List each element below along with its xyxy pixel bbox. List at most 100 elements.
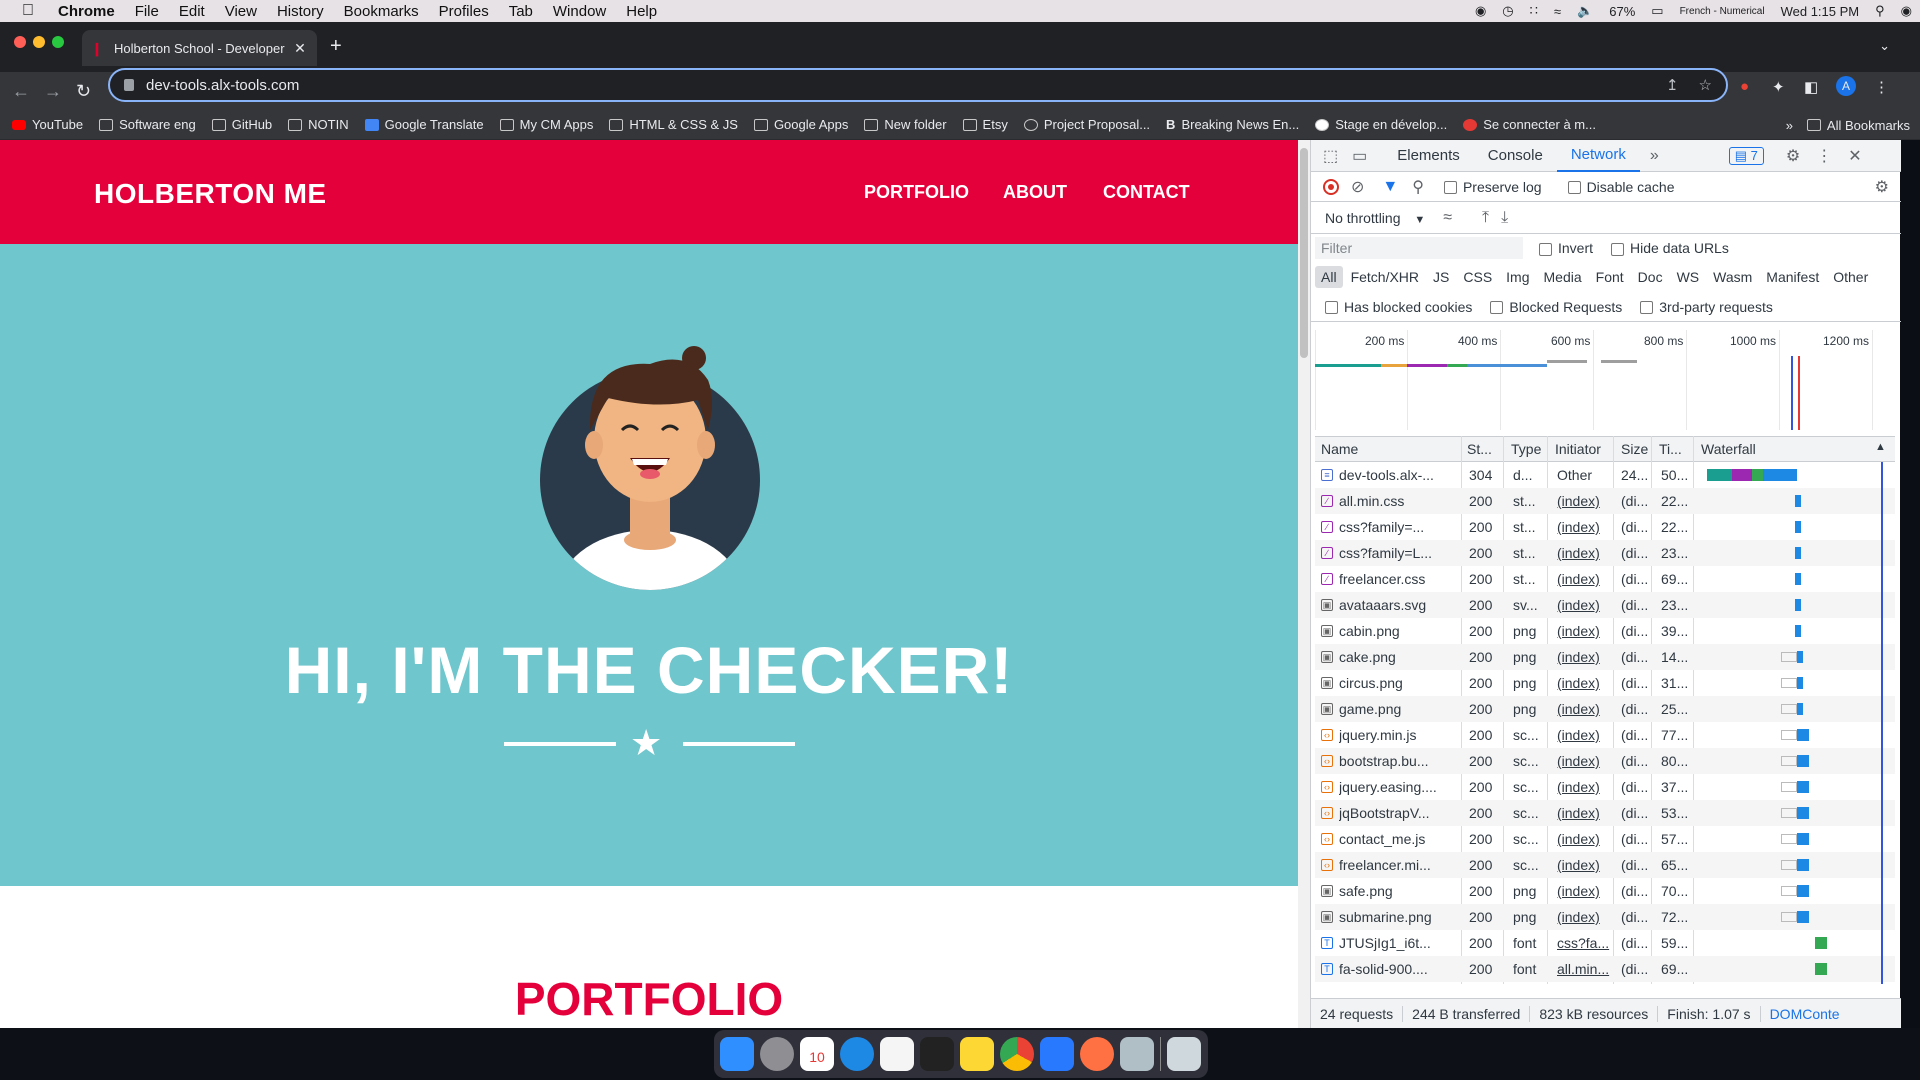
search-icon[interactable]: ⚲	[1412, 177, 1424, 197]
network-overview-timeline[interactable]: 200 ms 400 ms 600 ms 800 ms 1000 ms 1200…	[1315, 330, 1897, 430]
table-row[interactable]: ▣ submarine.png 200 png (index) (di... 72...	[1315, 904, 1895, 930]
menu-app-name[interactable]: Chrome	[48, 3, 125, 20]
close-window-button[interactable]	[14, 36, 26, 48]
bookmark-folder[interactable]: GitHub	[211, 117, 272, 132]
table-row[interactable]: ∕ css?family=... 200 st... (index) (di... 22..…	[1315, 514, 1895, 540]
terminal-icon[interactable]	[920, 1037, 954, 1071]
cell-initiator[interactable]: (index)	[1557, 779, 1615, 795]
browser-tab[interactable]: ❙ Holberton School - Developer ✕	[82, 30, 317, 66]
safari-icon[interactable]	[840, 1037, 874, 1071]
table-row[interactable]: T JTUSjIg1_i6t... 200 font css?fa... (di... 59…	[1315, 930, 1895, 956]
cell-initiator[interactable]: (index)	[1557, 727, 1615, 743]
disable-cache-checkbox[interactable]: Disable cache	[1567, 179, 1675, 195]
bookmark-folder[interactable]: New folder	[864, 117, 947, 132]
type-other[interactable]: Other	[1827, 266, 1874, 288]
clock[interactable]: Wed 1:15 PM	[1773, 4, 1868, 19]
table-row[interactable]: ▣ avataaars.svg 200 sv... (index) (di... 23...	[1315, 592, 1895, 618]
bookmark-star-icon[interactable]: ☆	[1699, 76, 1712, 94]
import-har-icon[interactable]: ⤒	[1482, 209, 1489, 227]
table-row[interactable]: ∕ css?family=L... 200 st... (index) (di... 23.…	[1315, 540, 1895, 566]
close-devtools-icon[interactable]: ✕	[1848, 146, 1861, 166]
lock-icon[interactable]	[124, 79, 134, 91]
filter-input[interactable]: Filter	[1315, 237, 1523, 259]
table-row[interactable]: ▣ cake.png 200 png (index) (di... 14...	[1315, 644, 1895, 670]
battery-percent[interactable]: 67%	[1601, 4, 1643, 19]
menu-tab[interactable]: Tab	[499, 3, 543, 20]
bookmark-project-proposal[interactable]: Project Proposal...	[1023, 117, 1150, 132]
extension-red-icon[interactable]: ●	[1740, 78, 1749, 95]
cell-initiator[interactable]: (index)	[1557, 753, 1615, 769]
menu-file[interactable]: File	[125, 3, 169, 20]
record-icon[interactable]	[1323, 178, 1339, 195]
type-all[interactable]: All	[1315, 266, 1343, 288]
tab-console[interactable]: Console	[1474, 147, 1557, 164]
share-icon[interactable]: ↥	[1666, 76, 1679, 94]
menu-view[interactable]: View	[215, 3, 267, 20]
table-row[interactable]: ‹› jquery.min.js 200 sc... (index) (di... 77..…	[1315, 722, 1895, 748]
col-size[interactable]: Size	[1621, 441, 1648, 457]
menu-edit[interactable]: Edit	[169, 3, 215, 20]
new-tab-button[interactable]: +	[330, 36, 342, 56]
input-source[interactable]: French - Numerical	[1672, 6, 1773, 17]
bookmark-folder[interactable]: Software eng	[99, 117, 196, 132]
time-machine-icon[interactable]: ◷	[1494, 3, 1521, 19]
notes-icon[interactable]	[960, 1037, 994, 1071]
throttling-select[interactable]: No throttling ▼	[1325, 210, 1425, 226]
has-blocked-cookies-checkbox[interactable]: Has blocked cookies	[1325, 299, 1472, 315]
hide-data-urls-checkbox[interactable]: Hide data URLs	[1611, 240, 1729, 256]
page-scrollbar-thumb[interactable]	[1300, 148, 1308, 358]
chrome-menu-icon[interactable]: ⋮	[1874, 78, 1889, 96]
table-row[interactable]: ‹› jqBootstrapV... 200 sc... (index) (di... 53…	[1315, 800, 1895, 826]
menu-profiles[interactable]: Profiles	[429, 3, 499, 20]
type-manifest[interactable]: Manifest	[1760, 266, 1825, 288]
menu-window[interactable]: Window	[543, 3, 616, 20]
invert-checkbox[interactable]: Invert	[1539, 240, 1593, 256]
col-type[interactable]: Type	[1511, 441, 1541, 457]
site-brand[interactable]: HOLBERTON ME	[94, 178, 327, 210]
volume-icon[interactable]: 🔈	[1569, 3, 1601, 19]
cell-initiator[interactable]: (index)	[1557, 519, 1615, 535]
apple-icon[interactable]: 	[0, 2, 48, 20]
cell-initiator[interactable]: (index)	[1557, 571, 1615, 587]
table-row[interactable]: ∕ freelancer.css 200 st... (index) (di... 69..…	[1315, 566, 1895, 592]
cell-initiator[interactable]: (index)	[1557, 649, 1615, 665]
table-row[interactable]: ▣ game.png 200 png (index) (di... 25...	[1315, 696, 1895, 722]
type-wasm[interactable]: Wasm	[1707, 266, 1758, 288]
cell-initiator[interactable]: (index)	[1557, 545, 1615, 561]
url-text[interactable]: dev-tools.alx-tools.com	[146, 77, 1646, 94]
col-status[interactable]: St...	[1467, 441, 1492, 457]
cell-initiator[interactable]: (index)	[1557, 623, 1615, 639]
bookmark-breaking-news[interactable]: B Breaking News En...	[1166, 117, 1299, 132]
preserve-log-checkbox[interactable]: Preserve log	[1443, 179, 1542, 195]
cell-initiator[interactable]: (index)	[1557, 493, 1615, 509]
forward-icon[interactable]: →	[44, 80, 62, 102]
system-preferences-icon[interactable]	[760, 1037, 794, 1071]
menu-history[interactable]: History	[267, 3, 334, 20]
col-initiator[interactable]: Initiator	[1555, 441, 1601, 457]
close-tab-icon[interactable]: ✕	[291, 40, 309, 57]
battery-icon[interactable]: ▭	[1643, 3, 1671, 19]
cell-initiator[interactable]: (index)	[1557, 675, 1615, 691]
cell-initiator[interactable]: (index)	[1557, 883, 1615, 899]
tab-elements[interactable]: Elements	[1383, 147, 1474, 164]
network-conditions-icon[interactable]: ≈	[1443, 209, 1452, 227]
table-row[interactable]: ▣ safe.png 200 png (index) (di... 70...	[1315, 878, 1895, 904]
more-options-icon[interactable]: ⋮	[1816, 146, 1832, 166]
siri-icon[interactable]: ◉	[1893, 3, 1920, 19]
table-row[interactable]: ▣ cabin.png 200 png (index) (di... 39...	[1315, 618, 1895, 644]
vscode-icon[interactable]	[1040, 1037, 1074, 1071]
finder-icon[interactable]	[720, 1037, 754, 1071]
nav-portfolio[interactable]: PORTFOLIO	[864, 182, 969, 203]
zoom-window-button[interactable]	[52, 36, 64, 48]
cell-initiator[interactable]: (index)	[1557, 909, 1615, 925]
tab-search-chevron-icon[interactable]: ⌄	[1879, 38, 1890, 54]
type-doc[interactable]: Doc	[1632, 266, 1669, 288]
bookmark-stage[interactable]: Stage en dévelop...	[1315, 117, 1447, 132]
bluetooth-icon[interactable]: ∷	[1522, 3, 1546, 19]
table-row[interactable]: ∕ all.min.css 200 st... (index) (di... 22...	[1315, 488, 1895, 514]
type-img[interactable]: Img	[1500, 266, 1535, 288]
col-name[interactable]: Name	[1321, 441, 1358, 457]
bookmark-folder[interactable]: Google Apps	[753, 117, 848, 132]
type-font[interactable]: Font	[1590, 266, 1630, 288]
bookmark-folder[interactable]: My CM Apps	[499, 117, 593, 132]
